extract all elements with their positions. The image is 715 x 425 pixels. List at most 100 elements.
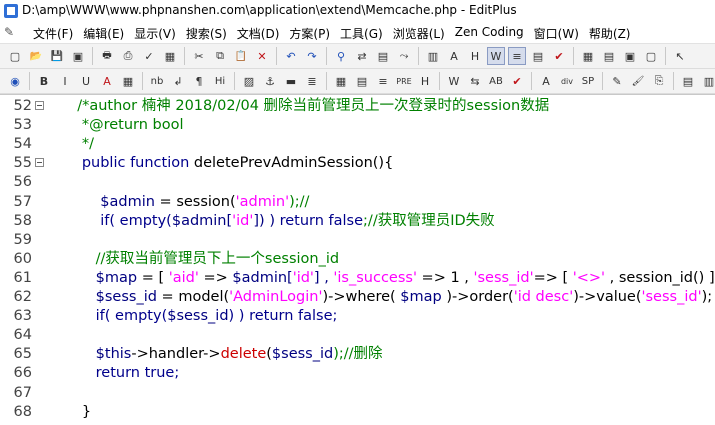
menu-item[interactable]: 帮助(Z) (585, 25, 637, 42)
anchor-icon[interactable]: ⚓ (261, 72, 279, 90)
cut-icon[interactable]: ✂ (190, 47, 208, 65)
fold-toggle-icon[interactable] (35, 158, 44, 168)
undo-icon[interactable]: ↶ (282, 47, 300, 65)
code-line: 66 return true; (0, 364, 715, 383)
menu-item[interactable]: 文档(D) (233, 25, 286, 42)
print-icon[interactable]: 🖶 (98, 47, 116, 65)
panel1-icon[interactable]: ▤ (679, 72, 697, 90)
find-in-files-icon[interactable]: ▤ (374, 47, 392, 65)
font-color-icon[interactable]: A (98, 72, 116, 90)
nbsp-icon[interactable]: nb (148, 72, 166, 90)
window-list-icon[interactable]: ▣ (621, 47, 639, 65)
menu-grip-icon: ✎ (4, 25, 15, 39)
delete-icon[interactable]: ✕ (253, 47, 271, 65)
font-tag-icon[interactable]: A (537, 72, 555, 90)
code-token: if( empty( (68, 212, 172, 229)
print-preview-icon[interactable]: ⎙ (119, 47, 137, 65)
ftp-icon[interactable]: ▦ (161, 47, 179, 65)
style-icon[interactable]: ⎘ (650, 72, 668, 90)
check-icon[interactable]: ✔ (508, 72, 526, 90)
code-token: *@return bool (68, 117, 184, 134)
html-toolbar-icon[interactable]: A (445, 47, 463, 65)
italic-icon[interactable]: I (56, 72, 74, 90)
code-editor[interactable]: 52 /*author 楠神 2018/02/04 删除当前管理员上一次登录时的… (0, 94, 715, 425)
cliptext-icon[interactable]: ▦ (579, 47, 597, 65)
html-toolbar: ◉BIUA▦nb↲¶Hi▨⚓▬≣▦▤≡PREHW⇆AB✔AdivSP✎🖌⎘▤▥▦ (0, 69, 715, 94)
fold-toggle-icon[interactable] (35, 101, 44, 110)
div-icon[interactable]: div (558, 72, 576, 90)
marquee-icon[interactable]: H (416, 72, 434, 90)
tag-icon[interactable]: AB (487, 72, 505, 90)
spellcheck-icon[interactable]: ✓ (140, 47, 158, 65)
table-icon[interactable]: ▦ (332, 72, 350, 90)
check-icon[interactable]: ✔ (550, 47, 568, 65)
replace-icon[interactable]: ⇄ (353, 47, 371, 65)
bold-icon[interactable]: B (35, 72, 53, 90)
code-token: )->where( (322, 289, 401, 305)
copy-icon[interactable]: ⧉ (211, 47, 229, 65)
open-file-icon[interactable]: 📂 (27, 47, 45, 65)
menu-item[interactable]: Zen Coding (451, 25, 530, 42)
line-number-icon[interactable]: ≡ (508, 47, 526, 65)
web-browser-icon[interactable]: ◉ (6, 72, 24, 90)
heading-icon[interactable]: Hi (211, 72, 229, 90)
menu-item[interactable]: 浏览器(L) (389, 25, 451, 42)
code-line: 53 *@return bool (0, 116, 715, 135)
form-icon[interactable]: ▤ (353, 72, 371, 90)
menu-item[interactable]: 文件(F) (29, 25, 79, 42)
save-all-icon[interactable]: ▣ (69, 47, 87, 65)
line-break-icon[interactable]: ↲ (169, 72, 187, 90)
help-icon[interactable]: ↖ (671, 47, 689, 65)
paragraph-icon[interactable]: ¶ (190, 72, 208, 90)
toolbar-separator (439, 72, 440, 90)
code-text: } (68, 403, 91, 422)
output-icon[interactable]: ▢ (642, 47, 660, 65)
code-line: 67 (0, 384, 715, 403)
line-number: 53 (13, 117, 32, 134)
menu-item[interactable]: 显示(V) (130, 25, 182, 42)
image-icon[interactable]: ▨ (240, 72, 258, 90)
line-number: 54 (13, 136, 32, 153)
code-token: 'id' (292, 269, 314, 286)
width-icon[interactable]: W (445, 72, 463, 90)
pre-icon[interactable]: PRE (395, 72, 413, 90)
code-token: ;//获取管理员ID失败 (363, 212, 495, 229)
hr-icon[interactable]: ▬ (282, 72, 300, 90)
edit-icon[interactable]: ✎ (608, 72, 626, 90)
toolbar-separator (573, 47, 574, 65)
directory-icon[interactable]: ▤ (600, 47, 618, 65)
center-icon[interactable]: ≡ (374, 72, 392, 90)
new-file-icon[interactable]: ▢ (6, 47, 24, 65)
word-wrap-icon[interactable]: W (487, 47, 505, 65)
goto-icon[interactable]: ⤳ (395, 47, 413, 65)
align-icon[interactable]: ⇆ (466, 72, 484, 90)
redo-icon[interactable]: ↷ (303, 47, 321, 65)
panel2-icon[interactable]: ▥ (700, 72, 715, 90)
menu-item[interactable]: 工具(G) (336, 25, 389, 42)
code-text: if( empty($admin['id']) ) return false;/… (68, 212, 495, 231)
list-icon[interactable]: ≣ (303, 72, 321, 90)
code-line: 55 public function deletePrevAdminSessio… (0, 154, 715, 173)
code-line: 64 (0, 326, 715, 345)
brush-icon[interactable]: 🖌 (629, 72, 647, 90)
column-select-icon[interactable]: ▤ (529, 47, 547, 65)
code-line: 59 (0, 231, 715, 250)
line-number: 61 (13, 269, 32, 286)
line-number: 66 (13, 365, 32, 382)
browser-view-icon[interactable]: ▥ (424, 47, 442, 65)
menu-item[interactable]: 方案(P) (285, 25, 336, 42)
code-token: $sess_id (68, 289, 157, 305)
span-icon[interactable]: SP (579, 72, 597, 90)
paste-icon[interactable]: 📋 (232, 47, 250, 65)
color-icon[interactable]: ▦ (119, 72, 137, 90)
code-token: 'sess_id' (473, 269, 534, 286)
find-icon[interactable]: ⚲ (332, 47, 350, 65)
menu-item[interactable]: 编辑(E) (79, 25, 130, 42)
menu-item[interactable]: 窗口(W) (530, 25, 585, 42)
font-icon[interactable]: H (466, 47, 484, 65)
underline-icon[interactable]: U (77, 72, 95, 90)
menu-item[interactable]: 搜索(S) (182, 25, 233, 42)
save-icon[interactable]: 💾 (48, 47, 66, 65)
code-token: return true; (68, 365, 180, 382)
toolbar-separator (29, 72, 30, 90)
